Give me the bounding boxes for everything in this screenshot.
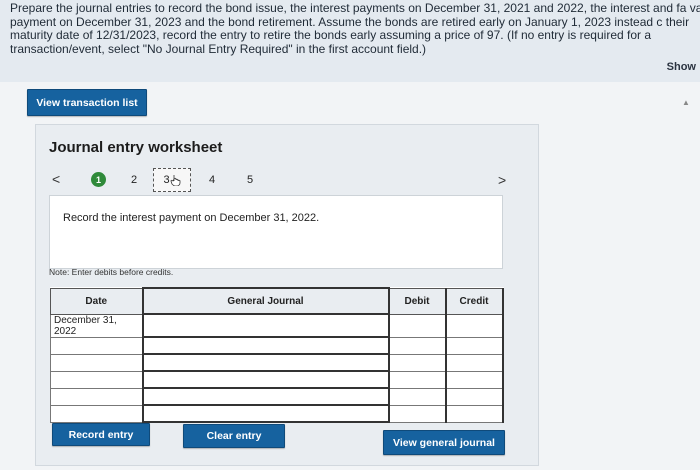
- instructions-panel: Prepare the journal entries to record th…: [0, 0, 700, 82]
- table-row: [50, 353, 504, 372]
- debit-header: Debit: [387, 287, 447, 315]
- debit-input-cell[interactable]: [387, 404, 447, 423]
- record-entry-button[interactable]: Record entry: [52, 423, 150, 446]
- task-description-box: Record the interest payment on December …: [49, 195, 503, 269]
- date-cell[interactable]: [50, 370, 143, 389]
- date-cell[interactable]: [50, 387, 143, 406]
- account-select-cell[interactable]: [141, 387, 390, 406]
- credit-input-cell[interactable]: [444, 370, 504, 389]
- table-header-row: Date General Journal Debit Credit: [50, 287, 504, 315]
- table-row: [50, 387, 504, 406]
- instructions-text: Prepare the journal entries to record th…: [10, 1, 700, 56]
- next-step-icon[interactable]: >: [498, 172, 506, 188]
- journal-entry-worksheet: Journal entry worksheet < 1 2 3 4 5 > Re…: [35, 124, 539, 466]
- debit-input-cell[interactable]: [387, 387, 447, 406]
- credit-header: Credit: [444, 287, 504, 315]
- view-general-journal-button[interactable]: View general journal: [383, 430, 505, 455]
- table-row: [50, 404, 504, 423]
- table-row: December 31, 2022: [50, 313, 504, 338]
- debit-input-cell[interactable]: [387, 353, 447, 372]
- credit-input-cell[interactable]: [444, 404, 504, 423]
- date-header: Date: [50, 287, 143, 315]
- worksheet-title: Journal entry worksheet: [49, 139, 223, 156]
- previous-step-icon[interactable]: <: [52, 171, 60, 187]
- hand-cursor-icon: [170, 175, 180, 186]
- debit-credit-note: Note: Enter debits before credits.: [49, 267, 174, 277]
- journal-table: Date General Journal Debit Credit Decemb…: [50, 287, 504, 423]
- date-cell[interactable]: [50, 404, 143, 423]
- task-description: Record the interest payment on December …: [63, 212, 320, 224]
- account-select-cell[interactable]: [141, 353, 390, 372]
- account-select-cell[interactable]: [141, 370, 390, 389]
- step-navigation: < 1 2 3 4 5 >: [36, 168, 536, 192]
- account-select-cell[interactable]: [141, 313, 390, 338]
- date-cell[interactable]: [50, 353, 143, 372]
- credit-input-cell[interactable]: [444, 387, 504, 406]
- account-select-cell[interactable]: [141, 336, 390, 355]
- table-row: [50, 370, 504, 389]
- date-cell[interactable]: [50, 336, 143, 355]
- clear-entry-button[interactable]: Clear entry: [183, 424, 285, 448]
- debit-input-cell[interactable]: [387, 313, 447, 338]
- show-link[interactable]: Show: [667, 61, 696, 73]
- account-select-cell[interactable]: [141, 404, 390, 423]
- credit-input-cell[interactable]: [444, 353, 504, 372]
- scroll-indicator-icon: ▲: [682, 98, 690, 107]
- credit-input-cell[interactable]: [444, 336, 504, 355]
- table-row: [50, 336, 504, 355]
- debit-input-cell[interactable]: [387, 370, 447, 389]
- step-3-current[interactable]: 3: [153, 168, 191, 192]
- step-4[interactable]: 4: [209, 174, 215, 186]
- view-transaction-list-button[interactable]: View transaction list: [27, 89, 147, 116]
- credit-input-cell[interactable]: [444, 313, 504, 338]
- step-5[interactable]: 5: [247, 174, 253, 186]
- general-journal-header: General Journal: [141, 287, 390, 315]
- step-2[interactable]: 2: [131, 174, 137, 186]
- debit-input-cell[interactable]: [387, 336, 447, 355]
- step-1-complete[interactable]: 1: [91, 172, 106, 187]
- date-cell[interactable]: December 31, 2022: [50, 313, 143, 338]
